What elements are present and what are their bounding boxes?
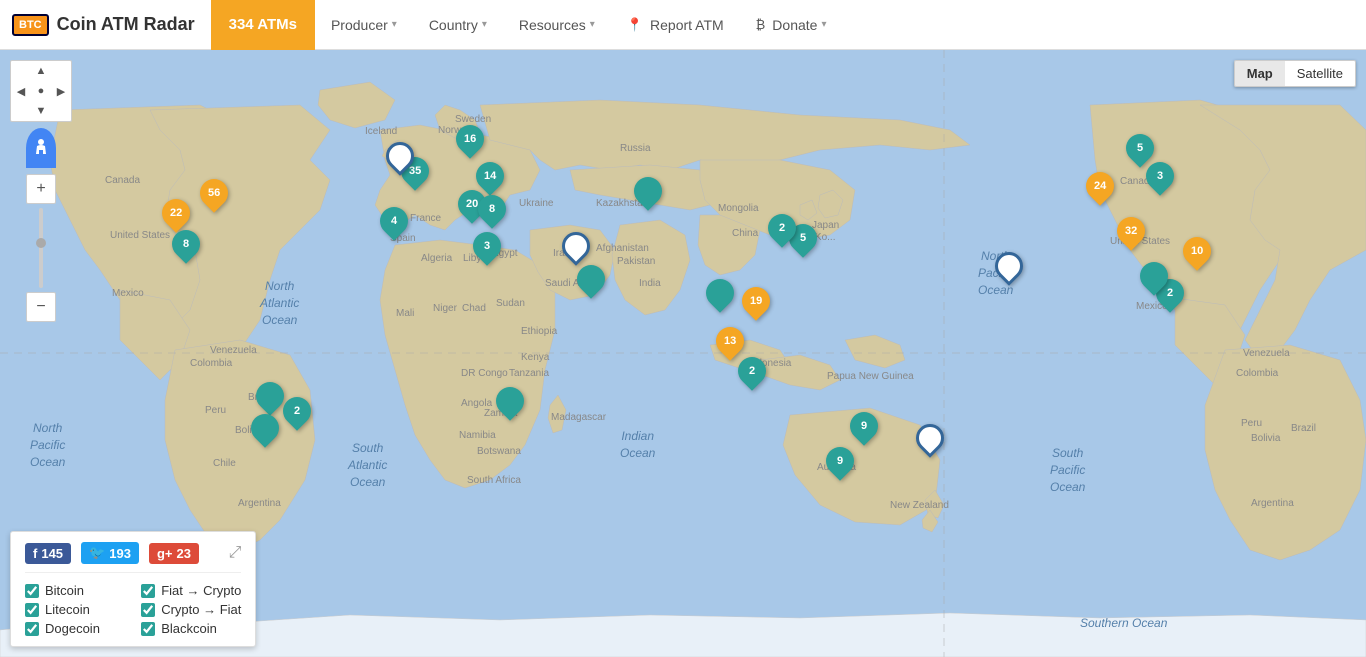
atm-marker-usa_w[interactable]: 32: [1117, 217, 1145, 245]
legend-item-fiat-crypto: Fiat → Crypto: [141, 583, 241, 598]
atm-marker-africa1[interactable]: [496, 387, 524, 415]
atm-marker-australia1[interactable]: 9: [850, 412, 878, 440]
atm-marker-turkey[interactable]: [562, 232, 590, 260]
resources-caret: ▾: [590, 19, 595, 30]
atm-marker-usa_mw[interactable]: 22: [162, 199, 190, 227]
atm-marker-canada2[interactable]: 3: [1146, 162, 1174, 190]
twitter-count: 193: [109, 546, 131, 561]
legend-checkbox-blackcoin[interactable]: [141, 622, 155, 636]
atm-marker-germany3[interactable]: 8: [478, 195, 506, 223]
legend-item-dogecoin: Dogecoin: [25, 621, 125, 636]
nav-donate[interactable]: ₿ Donate ▾: [740, 0, 843, 49]
site-title: Coin ATM Radar: [57, 14, 195, 35]
legend-checkbox-fiat-crypto[interactable]: [141, 584, 155, 598]
expand-btn[interactable]: ⤢: [229, 544, 242, 562]
legend-checkbox-crypto-fiat[interactable]: [141, 603, 155, 617]
nav-report-atm[interactable]: 📍 Report ATM: [611, 0, 740, 49]
atm-marker-scandinavia1[interactable]: 16: [456, 125, 484, 153]
map-container[interactable]: NorthAtlanticOcean SouthAtlanticOcean In…: [0, 50, 1366, 657]
atm-marker-australia2[interactable]: 9: [826, 447, 854, 475]
atm-marker-brazil2[interactable]: 2: [283, 397, 311, 425]
zoom-out-btn[interactable]: −: [26, 292, 56, 322]
blank3: [11, 101, 31, 121]
atm-marker-india[interactable]: [634, 177, 662, 205]
atm-marker-indonesia[interactable]: 2: [738, 357, 766, 385]
atm-marker-china1[interactable]: 2: [768, 214, 796, 242]
header: BTC Coin ATM Radar 334 ATMs Producer ▾ C…: [0, 0, 1366, 50]
legend-label-bitcoin: Bitcoin: [45, 583, 84, 598]
atm-marker-canada3[interactable]: 24: [1086, 172, 1114, 200]
atm-marker-spain[interactable]: 4: [380, 207, 408, 235]
blank1: [11, 61, 31, 81]
legend-label-fiat-crypto: Fiat → Crypto: [161, 583, 241, 598]
atm-marker-usa_se[interactable]: 8: [172, 230, 200, 258]
legend: Bitcoin Fiat → Crypto Litecoin Crypto → Fia…: [25, 583, 241, 636]
legend-item-crypto-fiat: Crypto → Fiat: [141, 602, 241, 617]
info-panel: f 145 🐦 193 g+ 23 ⤢ Bitcoin Fiat → Crypto…: [10, 531, 256, 647]
bitcoin-icon: ₿: [756, 17, 766, 32]
facebook-count: 145: [41, 546, 63, 561]
legend-checkbox-bitcoin[interactable]: [25, 584, 39, 598]
atm-marker-newzealand[interactable]: [916, 424, 944, 452]
atm-marker-germany[interactable]: 14: [476, 162, 504, 190]
zoom-slider[interactable]: [39, 208, 43, 288]
legend-label-blackcoin: Blackcoin: [161, 621, 217, 636]
zoom-in-btn[interactable]: +: [26, 174, 56, 204]
legend-label-crypto-fiat: Crypto → Fiat: [161, 602, 241, 617]
pan-left-btn[interactable]: ◀: [11, 81, 31, 101]
social-bar: f 145 🐦 193 g+ 23 ⤢: [25, 542, 241, 573]
atm-marker-malaysia[interactable]: 13: [716, 327, 744, 355]
pan-center-btn[interactable]: ●: [31, 81, 51, 101]
facebook-icon: f: [33, 546, 37, 561]
twitter-icon: 🐦: [89, 545, 105, 561]
facebook-btn[interactable]: f 145: [25, 543, 71, 564]
legend-label-dogecoin: Dogecoin: [45, 621, 100, 636]
nav-country[interactable]: Country ▾: [413, 0, 503, 49]
location-icon: 📍: [627, 17, 643, 33]
googleplus-btn[interactable]: g+ 23: [149, 543, 199, 564]
map-type-toggle: Map Satellite: [1234, 60, 1356, 87]
twitter-btn[interactable]: 🐦 193: [81, 542, 139, 564]
legend-label-litecoin: Litecoin: [45, 602, 90, 617]
atm-marker-pacific1[interactable]: [995, 252, 1023, 280]
atm-count-badge[interactable]: 334 ATMs: [211, 0, 315, 50]
legend-item-bitcoin: Bitcoin: [25, 583, 125, 598]
blank4: [51, 101, 71, 121]
atm-marker-italy[interactable]: 3: [473, 232, 501, 260]
atm-marker-uae[interactable]: [577, 265, 605, 293]
atm-marker-ireland[interactable]: [386, 142, 414, 170]
pan-down-btn[interactable]: ▼: [31, 101, 51, 121]
logo-badge: BTC: [12, 14, 49, 36]
logo-area: BTC Coin ATM Radar: [0, 14, 207, 36]
producer-caret: ▾: [392, 19, 397, 30]
atm-marker-brazil1[interactable]: [256, 382, 284, 410]
legend-checkbox-litecoin[interactable]: [25, 603, 39, 617]
googleplus-icon: g+: [157, 546, 173, 561]
pegman-btn[interactable]: [26, 128, 56, 168]
legend-item-blackcoin: Blackcoin: [141, 621, 241, 636]
pan-up-btn[interactable]: ▲: [31, 61, 51, 81]
map-type-satellite-btn[interactable]: Satellite: [1285, 61, 1355, 86]
legend-checkbox-dogecoin[interactable]: [25, 622, 39, 636]
nav-resources[interactable]: Resources ▾: [503, 0, 611, 49]
atm-marker-usa_ca[interactable]: 56: [200, 179, 228, 207]
main-nav: Producer ▾ Country ▾ Resources ▾ 📍 Repor…: [315, 0, 1366, 49]
zoom-handle: [36, 238, 46, 248]
atm-marker-mexico[interactable]: [1140, 262, 1168, 290]
donate-caret: ▾: [821, 19, 826, 30]
country-caret: ▾: [482, 19, 487, 30]
map-type-map-btn[interactable]: Map: [1235, 61, 1285, 86]
googleplus-count: 23: [176, 546, 190, 561]
nav-producer[interactable]: Producer ▾: [315, 0, 413, 49]
pan-controls[interactable]: ▲ ◀ ● ▶ ▼: [10, 60, 72, 122]
atm-marker-thailand[interactable]: [706, 279, 734, 307]
legend-item-litecoin: Litecoin: [25, 602, 125, 617]
pan-right-btn[interactable]: ▶: [51, 81, 71, 101]
atm-marker-canada1[interactable]: 5: [1126, 134, 1154, 162]
map-controls: ▲ ◀ ● ▶ ▼ + −: [10, 60, 72, 322]
blank2: [51, 61, 71, 81]
atm-marker-argentina[interactable]: [251, 414, 279, 442]
atm-marker-cambodia[interactable]: 19: [742, 287, 770, 315]
atm-marker-usa_ne[interactable]: 10: [1183, 237, 1211, 265]
